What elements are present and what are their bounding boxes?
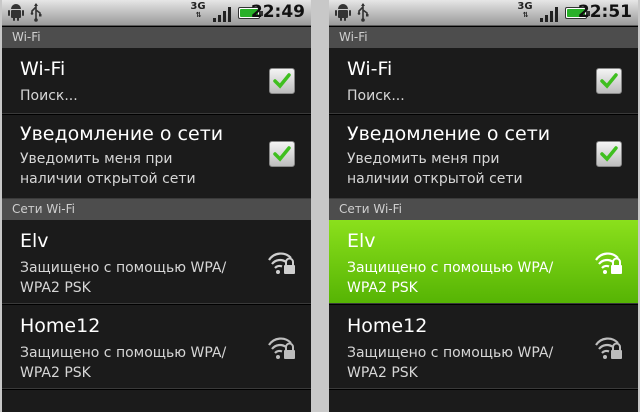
network-item-elv[interactable]: Elv Защищено с помощью WPA/ WPA2 PSK: [2, 220, 311, 304]
usb-icon: [357, 3, 369, 22]
network-security-line1: Защищено с помощью WPA/: [347, 260, 554, 276]
notification-checkbox[interactable]: [269, 141, 295, 167]
wifi-lock-icon: [595, 337, 622, 359]
list-item-partial: [329, 390, 638, 412]
section-header-wifi: Wi-Fi: [2, 27, 311, 48]
wifi-status: Поиск...: [20, 88, 78, 104]
notification-desc-line1: Уведомить меня при: [347, 151, 500, 167]
signal-icon: [213, 7, 231, 22]
network-notification-row[interactable]: Уведомление о сети Уведомить меня при на…: [2, 115, 311, 199]
notification-desc-line2: наличии открытой сети: [20, 171, 196, 187]
network-security-line1: Защищено с помощью WPA/: [347, 345, 554, 361]
network-notification-row[interactable]: Уведомление о сети Уведомить меня при на…: [329, 115, 638, 199]
android-icon: [335, 4, 351, 21]
wifi-title: Wi-Fi: [347, 58, 393, 80]
network-security-line1: Защищено с помощью WPA/: [20, 260, 227, 276]
section-header-wifi: Wi-Fi: [329, 27, 638, 48]
network-item-elv-selected[interactable]: Elv Защищено с помощью WPA/ WPA2 PSK: [329, 220, 638, 304]
wifi-toggle-row[interactable]: Wi-Fi Поиск...: [329, 48, 638, 114]
status-time: 22:51: [577, 2, 632, 22]
notification-checkbox[interactable]: [596, 141, 622, 167]
phone-screen-left: 3G ⇅ 22:49 Wi-Fi Wi-Fi Поиск... Уведомле…: [2, 0, 311, 412]
status-bar: 3G ⇅ 22:49: [2, 0, 311, 26]
checkmark-icon: [600, 73, 618, 89]
wifi-status: Поиск...: [347, 88, 405, 104]
network-security-line1: Защищено с помощью WPA/: [20, 345, 227, 361]
wifi-lock-icon: [595, 252, 622, 274]
list-item-partial: [2, 390, 311, 412]
wifi-title: Wi-Fi: [20, 58, 66, 80]
notification-desc-line2: наличии открытой сети: [347, 171, 523, 187]
section-header-networks: Сети Wi-Fi: [329, 199, 638, 220]
notification-title: Уведомление о сети: [347, 123, 551, 145]
network-name: Elv: [347, 230, 376, 252]
network-security-line2: WPA2 PSK: [347, 280, 418, 296]
notification-title: Уведомление о сети: [20, 123, 224, 145]
wifi-checkbox[interactable]: [596, 68, 622, 94]
phone-screen-right: 3G ⇅ 22:51 Wi-Fi Wi-Fi Поиск... Уведомле…: [329, 0, 638, 412]
wifi-toggle-row[interactable]: Wi-Fi Поиск...: [2, 48, 311, 114]
wifi-checkbox[interactable]: [269, 68, 295, 94]
network-type: 3G ⇅: [517, 1, 533, 20]
checkmark-icon: [273, 73, 291, 89]
network-item-home12[interactable]: Home12 Защищено с помощью WPA/ WPA2 PSK: [2, 305, 311, 389]
network-name: Home12: [20, 315, 101, 337]
network-security-line2: WPA2 PSK: [347, 365, 418, 381]
data-arrows-icon: ⇅: [522, 11, 529, 19]
signal-icon: [540, 7, 558, 22]
network-security-line2: WPA2 PSK: [20, 280, 91, 296]
checkmark-icon: [273, 146, 291, 162]
data-arrows-icon: ⇅: [195, 11, 202, 19]
android-icon: [8, 4, 24, 21]
wifi-lock-icon: [268, 252, 295, 274]
wifi-lock-icon: [268, 337, 295, 359]
network-type: 3G ⇅: [190, 1, 206, 20]
network-name: Elv: [20, 230, 49, 252]
network-name: Home12: [347, 315, 428, 337]
network-item-home12[interactable]: Home12 Защищено с помощью WPA/ WPA2 PSK: [329, 305, 638, 389]
network-security-line2: WPA2 PSK: [20, 365, 91, 381]
notification-desc-line1: Уведомить меня при: [20, 151, 173, 167]
usb-icon: [30, 3, 42, 22]
section-header-networks: Сети Wi-Fi: [2, 199, 311, 220]
checkmark-icon: [600, 146, 618, 162]
status-bar: 3G ⇅ 22:51: [329, 0, 638, 26]
status-time: 22:49: [250, 2, 305, 22]
